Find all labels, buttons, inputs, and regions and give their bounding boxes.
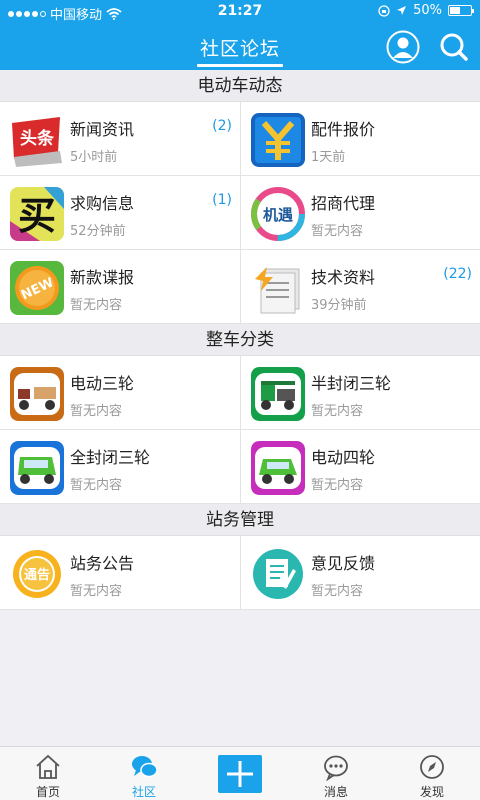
cell-time: 暂无内容	[70, 298, 123, 313]
cell-title: 全封闭三轮	[70, 448, 151, 467]
home-icon	[36, 754, 60, 779]
title-bar: 社区论坛	[0, 24, 480, 70]
svg-text:机遇: 机遇	[263, 206, 293, 224]
section-grid-dynamics: 头条 新闻资讯 5小时前 (2) 配件报价 1天前 买 求购信息 52分钟前 (…	[0, 102, 480, 324]
forum-parts-price[interactable]: 配件报价 1天前	[240, 102, 480, 176]
svg-text:通告: 通告	[24, 567, 50, 583]
tab-community[interactable]: 社区	[96, 747, 192, 800]
forum-news[interactable]: 头条 新闻资讯 5小时前 (2)	[0, 102, 240, 176]
battery-icon	[448, 5, 474, 16]
search-icon	[440, 33, 468, 61]
cell-title: 站务公告	[70, 554, 135, 573]
search-button[interactable]	[437, 30, 471, 64]
cell-time: 暂无内容	[311, 584, 364, 599]
cell-title: 新闻资讯	[70, 120, 135, 139]
documents-icon	[251, 261, 305, 315]
title-underline	[197, 64, 283, 67]
battery-percent: 50%	[413, 3, 442, 18]
tab-label: 发现	[419, 785, 444, 799]
post-count: (22)	[443, 266, 472, 282]
forum-new-models[interactable]: NEW 新款谍报 暂无内容	[0, 250, 240, 324]
forum-purchase[interactable]: 买 求购信息 52分钟前 (1)	[0, 176, 240, 250]
cell-time: 暂无内容	[70, 478, 123, 493]
location-arrow-icon	[397, 6, 407, 15]
cell-title: 技术资料	[311, 268, 376, 287]
cell-time: 39分钟前	[311, 298, 367, 313]
cell-time: 1天前	[311, 150, 346, 165]
tab-label: 首页	[35, 785, 60, 799]
headline-news-icon: 头条	[10, 113, 64, 167]
feedback-icon	[251, 547, 305, 601]
tab-messages[interactable]: 消息	[288, 747, 384, 800]
cell-title: 新款谍报	[70, 268, 135, 287]
post-count: (2)	[212, 118, 232, 134]
cell-time: 暂无内容	[311, 478, 364, 493]
section-grid-site: 通告 站务公告 暂无内容 意见反馈 暂无内容	[0, 536, 480, 610]
cell-time: 52分钟前	[70, 224, 126, 239]
rotation-lock-icon	[378, 4, 390, 17]
new-badge-icon: NEW	[10, 261, 64, 315]
forum-enclosed-tricycle[interactable]: 全封闭三轮 暂无内容	[0, 430, 240, 504]
user-profile-button[interactable]	[386, 30, 420, 64]
section-header-vehicles: 整车分类	[0, 324, 480, 356]
cell-time: 暂无内容	[311, 224, 364, 239]
forum-feedback[interactable]: 意见反馈 暂无内容	[240, 536, 480, 610]
cell-title: 半封闭三轮	[311, 374, 392, 393]
tab-label: 消息	[323, 785, 348, 799]
new-post-button[interactable]	[218, 755, 262, 793]
cell-time: 暂无内容	[70, 404, 123, 419]
four-wheeler-icon	[251, 441, 305, 495]
svg-text:买: 买	[18, 194, 56, 238]
user-icon	[386, 30, 420, 64]
post-count: (1)	[212, 192, 232, 208]
plus-icon	[227, 761, 253, 787]
cell-time: 暂无内容	[311, 404, 364, 419]
tab-label: 社区	[131, 785, 156, 799]
header: 中国移动 21:27 50% 社区论坛	[0, 0, 480, 70]
enclosed-tricycle-icon	[10, 441, 64, 495]
tab-home[interactable]: 首页	[0, 747, 96, 800]
tab-discover[interactable]: 发现	[384, 747, 480, 800]
section-grid-vehicles: 电动三轮 暂无内容 半封闭三轮 暂无内容 全封闭三轮 暂无内容 电动四轮 暂无内…	[0, 356, 480, 504]
cell-title: 求购信息	[70, 194, 135, 213]
semi-enclosed-tricycle-icon	[251, 367, 305, 421]
buy-icon: 买	[10, 187, 64, 241]
cell-time: 暂无内容	[70, 584, 123, 599]
cell-title: 电动三轮	[70, 374, 135, 393]
forum-agency[interactable]: 机遇 招商代理 暂无内容	[240, 176, 480, 250]
cell-title: 电动四轮	[311, 448, 376, 467]
section-header-site: 站务管理	[0, 504, 480, 536]
cell-time: 5小时前	[70, 150, 118, 165]
announcement-icon: 通告	[10, 547, 64, 601]
status-bar: 中国移动 21:27 50%	[0, 0, 480, 24]
message-icon	[324, 755, 348, 781]
svg-text:头条: 头条	[20, 128, 55, 149]
section-header-dynamics: 电动车动态	[0, 70, 480, 102]
bottom-tab-bar: 首页 社区 消息 发现	[0, 746, 480, 800]
forum-semi-enclosed-tricycle[interactable]: 半封闭三轮 暂无内容	[240, 356, 480, 430]
opportunity-icon: 机遇	[251, 187, 305, 241]
cell-title: 招商代理	[311, 194, 376, 213]
compass-icon	[420, 755, 444, 779]
forum-tech-docs[interactable]: 技术资料 39分钟前 (22)	[240, 250, 480, 324]
chat-bubbles-icon	[132, 756, 158, 778]
cell-title: 配件报价	[311, 120, 376, 139]
forum-announcements[interactable]: 通告 站务公告 暂无内容	[0, 536, 240, 610]
tricycle-icon	[10, 367, 64, 421]
forum-four-wheeler[interactable]: 电动四轮 暂无内容	[240, 430, 480, 504]
yuan-price-icon	[251, 113, 305, 167]
cell-title: 意见反馈	[311, 554, 376, 573]
forum-electric-tricycle[interactable]: 电动三轮 暂无内容	[0, 356, 240, 430]
